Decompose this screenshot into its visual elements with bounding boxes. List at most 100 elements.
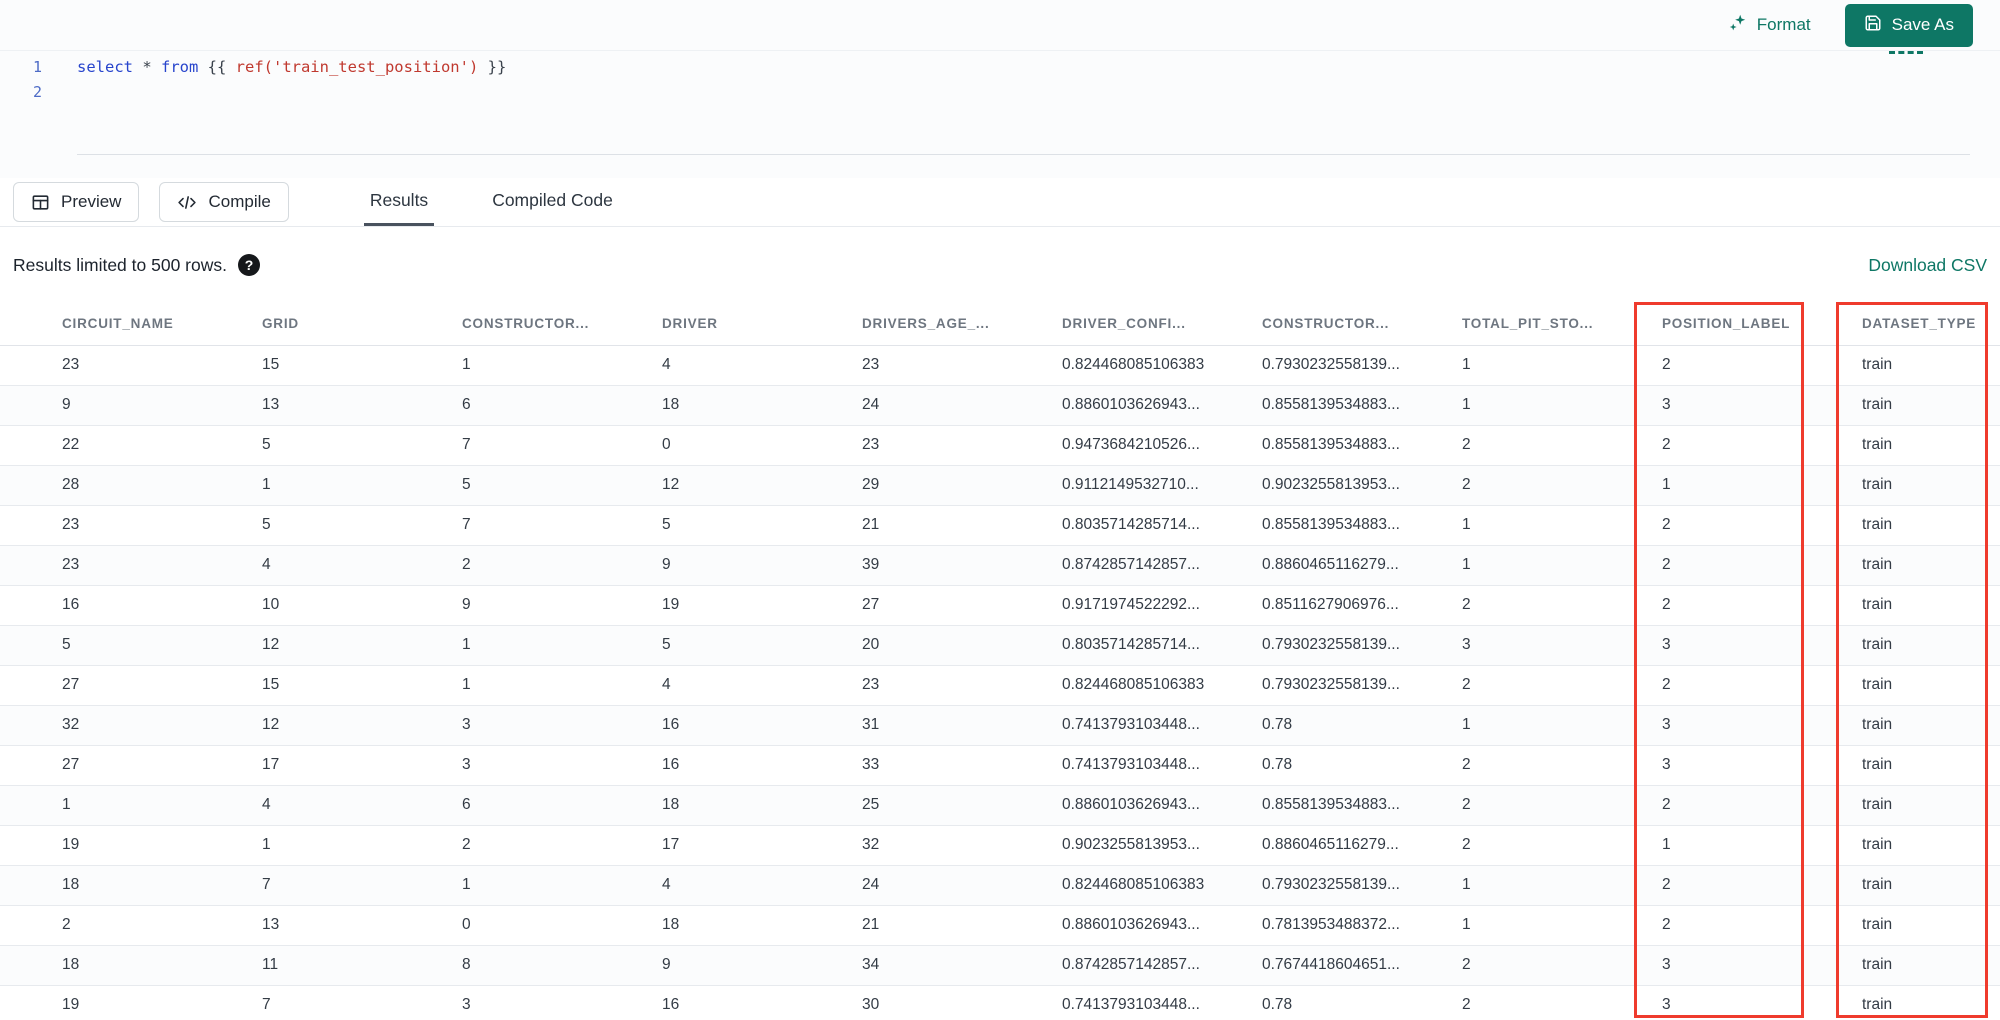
table-cell: 19 (662, 585, 862, 626)
jinja-open: {{ (198, 57, 236, 76)
table-cell: 10 (262, 585, 462, 626)
table-cell: 7 (462, 505, 662, 546)
table-cell: 3 (462, 745, 662, 786)
table-cell: 0.8035714285714... (1062, 625, 1262, 666)
sql-keyword: from (161, 57, 199, 76)
table-cell: 0.7674418604651... (1262, 945, 1462, 986)
results-limit-group: Results limited to 500 rows. ? (13, 254, 260, 276)
table-cell: 0.8558139534883... (1262, 385, 1462, 426)
table-cell: 2 (462, 545, 662, 586)
format-button-label: Format (1756, 15, 1811, 34)
table-cell: train (1862, 865, 2000, 906)
table-cell: 13 (262, 385, 462, 426)
sql-operator: * (133, 57, 161, 76)
line-number: 1 (32, 57, 42, 76)
table-cell: 0.7413793103448... (1062, 985, 1262, 1020)
table-cell: 0.9112149532710... (1062, 465, 1262, 506)
table-cell: 0.8742857142857... (1062, 945, 1262, 986)
table-cell: 16 (662, 705, 862, 746)
table-header-row: CIRCUIT_NAME GRID CONSTRUCTOR... DRIVER DRIV… (0, 303, 2000, 346)
table-cell: 5 (262, 425, 462, 466)
preview-button[interactable]: Preview (13, 182, 140, 222)
table-cell: 6 (462, 785, 662, 826)
table-cell: 1 (1462, 385, 1662, 426)
table-cell: 18 (0, 945, 262, 986)
table-cell: 3 (1662, 945, 1862, 986)
table-cell: 0.7930232558139... (1262, 665, 1462, 706)
format-button[interactable]: Format (1728, 13, 1811, 38)
table-row: 19 1 2 17 32 0.9023255813953... 0.886046511627… (0, 825, 2000, 866)
table-cell: 2 (462, 825, 662, 866)
active-line-underline (77, 154, 1970, 155)
table-cell: 0.8860103626943... (1062, 385, 1262, 426)
table-cell: 2 (1462, 665, 1662, 706)
table-cell: 2 (1662, 905, 1862, 946)
table-cell: 31 (862, 705, 1062, 746)
table-cell: train (1862, 745, 2000, 786)
table-cell: 4 (662, 865, 862, 906)
table-cell: 18 (0, 865, 262, 906)
table-row: 23 4 2 9 39 0.8742857142857... 0.8860465116279… (0, 545, 2000, 586)
table-cell: 2 (1462, 425, 1662, 466)
table-cell: 0.7413793103448... (1062, 745, 1262, 786)
tab-compiled-code-label: Compiled Code (492, 190, 613, 210)
save-as-button-label: Save As (1891, 15, 1954, 34)
compile-button[interactable]: Compile (159, 182, 289, 222)
code-editor[interactable]: 1 select * from {{ ref('train_test_posit… (0, 51, 2000, 178)
table-row: 2 13 0 18 21 0.8860103626943... 0.781395348837… (0, 905, 2000, 946)
table-cell: train (1862, 625, 2000, 666)
table-cell: 3 (1662, 385, 1862, 426)
table-cell: 3 (1662, 705, 1862, 746)
table-cell: train (1862, 425, 2000, 466)
table-cell: 0.7930232558139... (1262, 345, 1462, 386)
column-header: CONSTRUCTOR... (1262, 303, 1462, 346)
table-cell: 0.824468085106383 (1062, 665, 1262, 706)
table-cell: 0.7930232558139... (1262, 625, 1462, 666)
table-cell: 5 (662, 505, 862, 546)
table-cell: 1 (1462, 905, 1662, 946)
results-table: CIRCUIT_NAME GRID CONSTRUCTOR... DRIVER DRIV… (0, 303, 2000, 1020)
table-cell: 19 (0, 985, 262, 1020)
table-cell: 29 (862, 465, 1062, 506)
table-cell: 3 (1662, 625, 1862, 666)
results-meta-bar: Results limited to 500 rows. ? Download … (0, 227, 2000, 303)
table-cell: 23 (0, 505, 262, 546)
table-cell: 2 (1662, 665, 1862, 706)
table-cell: 0.9023255813953... (1062, 825, 1262, 866)
table-cell: 30 (862, 985, 1062, 1020)
help-icon-glyph: ? (244, 257, 254, 273)
table-cell: 0.8742857142857... (1062, 545, 1262, 586)
table-cell: 5 (0, 625, 262, 666)
table-cell: 21 (862, 505, 1062, 546)
table-cell: 1 (1462, 705, 1662, 746)
tab-results[interactable]: Results (363, 178, 435, 226)
table-cell: 23 (0, 345, 262, 386)
download-csv-link[interactable]: Download CSV (1868, 255, 1987, 276)
table-cell: 0.8511627906976... (1262, 585, 1462, 626)
code-line-1[interactable]: 1 select * from {{ ref('train_test_posit… (0, 54, 2000, 79)
code-icon (177, 193, 197, 212)
table-cell: 2 (1462, 825, 1662, 866)
table-cell: 16 (0, 585, 262, 626)
table-cell: 1 (462, 345, 662, 386)
column-header: CONSTRUCTOR... (462, 303, 662, 346)
table-cell: 3 (462, 985, 662, 1020)
table-cell: train (1862, 505, 2000, 546)
tab-compiled-code[interactable]: Compiled Code (486, 178, 619, 226)
table-row: 1 4 6 18 25 0.8860103626943... 0.8558139534883… (0, 785, 2000, 826)
table-cell: 2 (1662, 585, 1862, 626)
table-row: 18 11 8 9 34 0.8742857142857... 0.767441860465… (0, 945, 2000, 986)
table-cell: 0.9473684210526... (1062, 425, 1262, 466)
save-as-button[interactable]: Save As (1844, 3, 1973, 47)
help-icon[interactable]: ? (237, 254, 260, 276)
table-cell: 15 (262, 345, 462, 386)
table-cell: 1 (1462, 865, 1662, 906)
table-cell: 32 (862, 825, 1062, 866)
code-line-2[interactable]: 2 (0, 79, 2000, 104)
table-cell: 0.8860103626943... (1062, 785, 1262, 826)
table-cell: 24 (862, 865, 1062, 906)
table-cell: 15 (262, 665, 462, 706)
table-cell: 0 (462, 905, 662, 946)
table-cell: 28 (0, 465, 262, 506)
table-cell: train (1862, 545, 2000, 586)
